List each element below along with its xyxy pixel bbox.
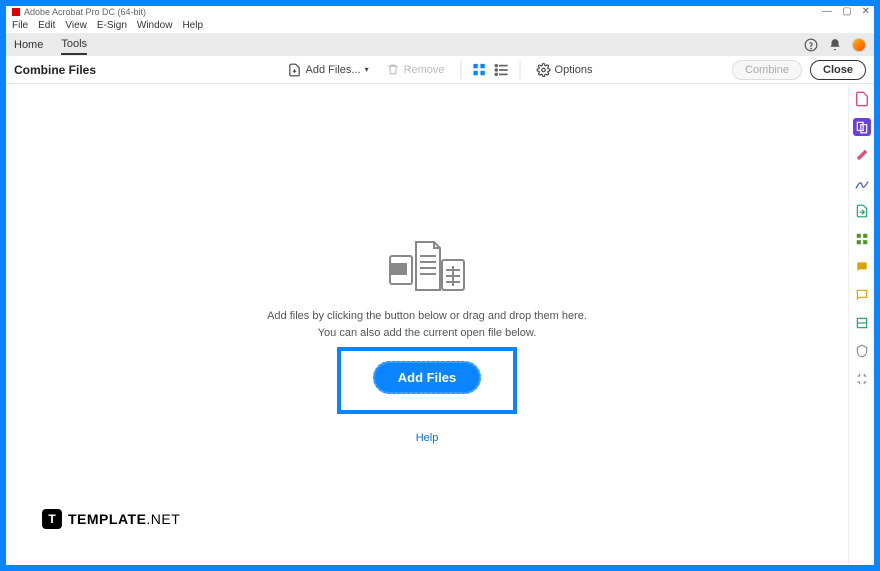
right-tool-rail bbox=[848, 84, 874, 565]
dropzone-text-2: You can also add the current open file b… bbox=[318, 325, 537, 342]
protect-icon[interactable] bbox=[853, 342, 871, 360]
remove-button: Remove bbox=[381, 60, 451, 79]
maximize-icon[interactable]: ▢ bbox=[842, 6, 851, 17]
menu-esign[interactable]: E-Sign bbox=[97, 20, 127, 31]
watermark-badge: T bbox=[42, 509, 62, 529]
chevron-down-icon: ▾ bbox=[365, 65, 369, 74]
files-illustration-icon bbox=[382, 234, 472, 298]
drop-zone[interactable]: Add files by clicking the button below o… bbox=[267, 234, 587, 444]
avatar-icon[interactable] bbox=[852, 38, 866, 52]
file-plus-icon bbox=[288, 63, 302, 77]
menu-edit[interactable]: Edit bbox=[38, 20, 55, 31]
menu-view[interactable]: View bbox=[65, 20, 87, 31]
compress-icon[interactable] bbox=[853, 370, 871, 388]
menu-help[interactable]: Help bbox=[182, 20, 203, 31]
create-pdf-icon[interactable] bbox=[853, 90, 871, 108]
close-button[interactable]: Close bbox=[810, 60, 866, 80]
grid-view-icon[interactable] bbox=[472, 62, 488, 78]
add-files-button[interactable]: Add Files bbox=[373, 361, 482, 394]
highlight-annotation: Add Files bbox=[337, 347, 518, 414]
tab-bar: Home Tools bbox=[6, 34, 874, 56]
tab-tools[interactable]: Tools bbox=[61, 35, 87, 55]
combine-icon[interactable] bbox=[853, 118, 871, 136]
trash-icon bbox=[387, 63, 400, 76]
separator bbox=[520, 61, 521, 79]
minimize-icon[interactable]: — bbox=[822, 6, 832, 17]
separator bbox=[461, 61, 462, 79]
sign-icon[interactable] bbox=[853, 174, 871, 192]
title-bar: Adobe Acrobat Pro DC (64-bit) — ▢ ✕ bbox=[6, 6, 874, 18]
scan-icon[interactable] bbox=[853, 314, 871, 332]
watermark-text: TEMPLATE.NET bbox=[68, 511, 180, 527]
menu-file[interactable]: File bbox=[12, 20, 28, 31]
gear-icon bbox=[537, 63, 551, 77]
edit-pdf-icon[interactable] bbox=[853, 146, 871, 164]
bell-icon[interactable] bbox=[828, 38, 842, 52]
help-link[interactable]: Help bbox=[416, 432, 439, 444]
app-icon bbox=[12, 8, 20, 16]
close-window-icon[interactable]: ✕ bbox=[862, 6, 870, 17]
list-view-icon[interactable] bbox=[494, 62, 510, 78]
organize-icon[interactable] bbox=[853, 230, 871, 248]
tool-toolbar: Combine Files Add Files... ▾ Remove Opti… bbox=[6, 56, 874, 84]
dropzone-text-1: Add files by clicking the button below o… bbox=[267, 308, 587, 325]
menu-bar: File Edit View E-Sign Window Help bbox=[6, 18, 874, 34]
combine-button: Combine bbox=[732, 60, 802, 80]
menu-window[interactable]: Window bbox=[137, 20, 173, 31]
comment-icon[interactable] bbox=[853, 286, 871, 304]
export-icon[interactable] bbox=[853, 202, 871, 220]
options-button[interactable]: Options bbox=[531, 60, 599, 80]
main-area: Add files by clicking the button below o… bbox=[6, 84, 848, 565]
window-controls: — ▢ ✕ bbox=[822, 6, 870, 17]
tab-home[interactable]: Home bbox=[14, 36, 43, 54]
send-comment-icon[interactable] bbox=[853, 258, 871, 276]
add-files-toolbar-button[interactable]: Add Files... ▾ bbox=[282, 60, 375, 80]
page-title: Combine Files bbox=[6, 63, 96, 77]
window-title: Adobe Acrobat Pro DC (64-bit) bbox=[24, 7, 146, 17]
help-circle-icon[interactable] bbox=[804, 38, 818, 52]
watermark: T TEMPLATE.NET bbox=[42, 509, 180, 529]
